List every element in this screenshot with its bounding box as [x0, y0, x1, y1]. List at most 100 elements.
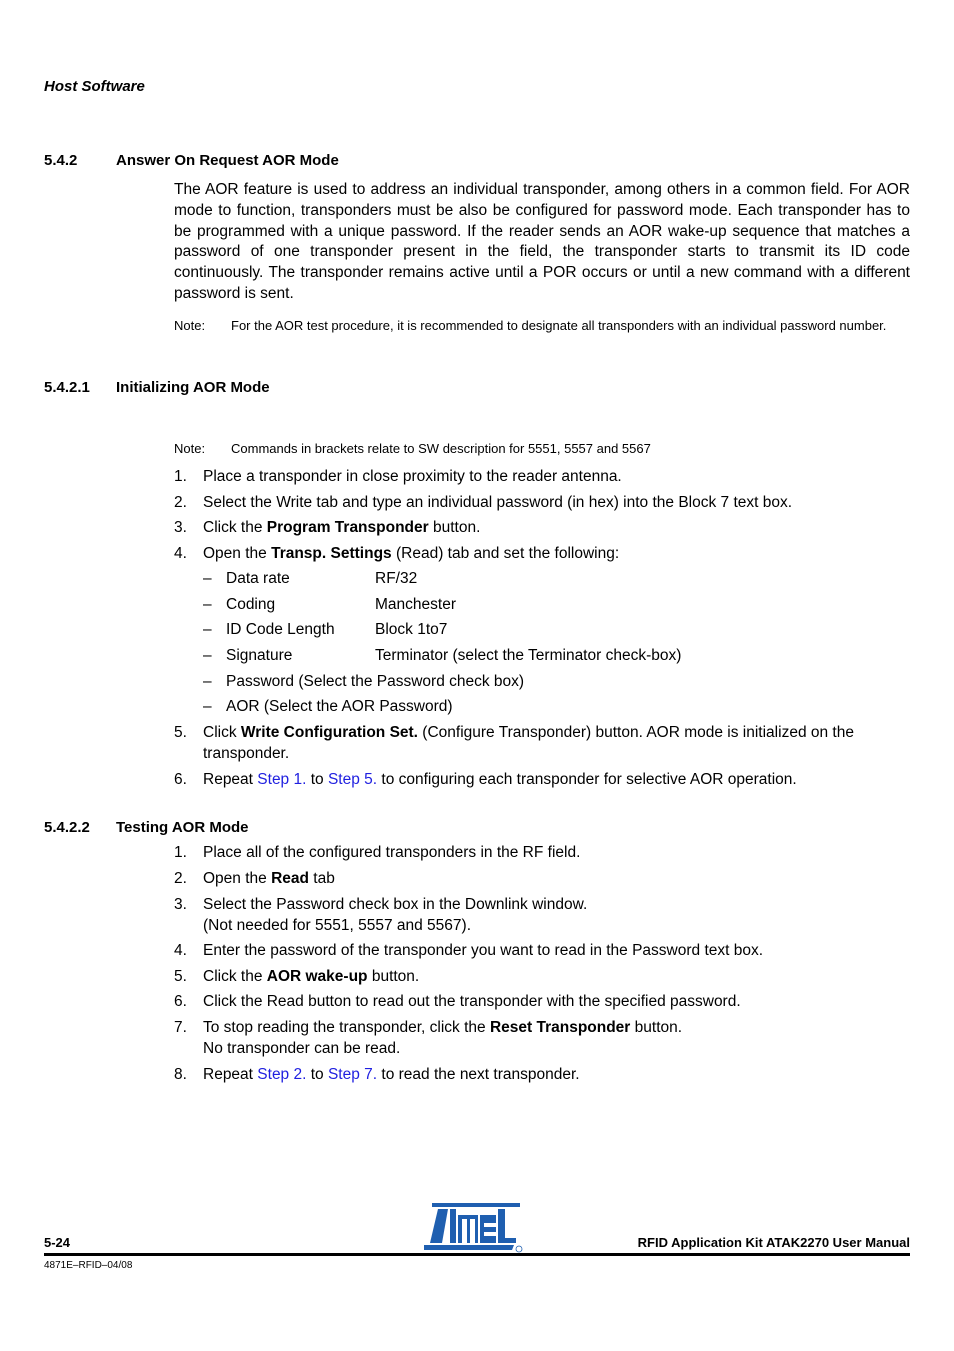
- step-number: 5.: [174, 968, 187, 985]
- step-number: 1.: [174, 844, 187, 861]
- dash: –: [203, 596, 212, 613]
- document-code: 4871E–RFID–04/08: [44, 1260, 133, 1271]
- list-item: 6. Click the Read button to read out the…: [174, 991, 910, 1012]
- step-text: Select the Write tab and type an individ…: [203, 494, 793, 511]
- setting-value: Block 1to7: [375, 621, 448, 638]
- setting-key: ID Code Length: [226, 621, 335, 638]
- step-text: Repeat: [203, 1066, 258, 1083]
- setting-item: – ID Code Length Block 1to7: [203, 619, 447, 640]
- setting-item: – Coding Manchester: [203, 594, 456, 615]
- step-number: 5.: [174, 724, 187, 741]
- step-text: tab: [308, 870, 335, 887]
- list-item: 5. Click the AOR wake-up button.: [174, 966, 910, 987]
- list-item: 1. Place a transponder in close proximit…: [174, 466, 910, 487]
- ui-label-bold: AOR wake-up: [266, 968, 368, 985]
- ui-label-bold: Read: [271, 870, 309, 887]
- step-text: Open the: [203, 545, 272, 562]
- step-text: Open the: [203, 870, 272, 887]
- step-number: 4.: [174, 545, 187, 562]
- running-header: Host Software: [44, 78, 145, 95]
- step-text: Click the Read button to read out the tr…: [203, 993, 741, 1010]
- list-item: 4. Open the Transp. Settings (Read) tab …: [174, 543, 910, 564]
- list-item: 6. Repeat Step 1. to Step 5. to configur…: [174, 769, 910, 790]
- section-number: 5.4.2.1: [44, 379, 90, 396]
- note: Note: Commands in brackets relate to SW …: [174, 440, 910, 457]
- step-text: Place all of the configured transponders…: [203, 844, 581, 861]
- dash: –: [203, 698, 212, 715]
- document-title: RFID Application Kit ATAK2270 User Manua…: [637, 1235, 910, 1250]
- step-text: (Read) tab and set the following:: [391, 545, 620, 562]
- section-heading-5-4-2: 5.4.2 Answer On Request AOR Mode: [44, 152, 339, 169]
- setting-value: Manchester: [375, 596, 456, 613]
- dash: –: [203, 673, 212, 690]
- section-heading-5-4-2-1: 5.4.2.1 Initializing AOR Mode: [44, 379, 270, 396]
- page-number: 5-24: [44, 1235, 71, 1250]
- step-text: Click: [203, 724, 241, 741]
- dash: –: [203, 570, 212, 587]
- setting-item: – Password (Select the Password check bo…: [203, 671, 524, 692]
- step-link[interactable]: Step 7.: [328, 1066, 377, 1083]
- section-heading-5-4-2-2: 5.4.2.2 Testing AOR Mode: [44, 819, 249, 836]
- section-number: 5.4.2: [44, 152, 78, 169]
- section-title: Testing AOR Mode: [116, 819, 249, 836]
- setting-key: Data rate: [226, 570, 290, 587]
- step-text: (Not needed for 5551, 5557 and 5567).: [203, 917, 472, 934]
- ui-label-bold: Reset Transponder: [489, 1019, 631, 1036]
- step-link[interactable]: Step 2.: [257, 1066, 306, 1083]
- step-text: button.: [630, 1019, 683, 1036]
- note-label: Note:: [174, 318, 206, 333]
- step-number: 2.: [174, 870, 187, 887]
- atmel-logo: [424, 1203, 523, 1253]
- step-text: to: [306, 1066, 328, 1083]
- note-label: Note:: [174, 441, 206, 456]
- body-paragraph: The AOR feature is used to address an in…: [174, 181, 910, 302]
- list-item: 4. Enter the password of the transponder…: [174, 940, 910, 961]
- step-number: 1.: [174, 468, 187, 485]
- step-number: 6.: [174, 993, 187, 1010]
- setting-key: Password (Select the Password check box): [226, 673, 525, 690]
- setting-item: – AOR (Select the AOR Password): [203, 696, 453, 717]
- step-link[interactable]: Step 5.: [328, 771, 377, 788]
- list-item: 8. Repeat Step 2. to Step 7. to read the…: [174, 1064, 910, 1085]
- list-item: 2. Open the Read tab: [174, 868, 910, 889]
- section-title: Initializing AOR Mode: [116, 379, 270, 396]
- setting-value: RF/32: [375, 570, 418, 587]
- section-title: Answer On Request AOR Mode: [116, 152, 339, 169]
- setting-key: Signature: [226, 647, 293, 664]
- step-number: 2.: [174, 494, 187, 511]
- step-text: Place a transponder in close proximity t…: [203, 468, 622, 485]
- step-text: Enter the password of the transponder yo…: [203, 942, 764, 959]
- note-text: Commands in brackets relate to SW descri…: [231, 441, 651, 456]
- setting-item: – Data rate RF/32: [203, 568, 417, 589]
- step-text: to configuring each transponder for sele…: [377, 771, 797, 788]
- step-text: button.: [367, 968, 420, 985]
- step-text: Repeat: [203, 771, 258, 788]
- note: Note: For the AOR test procedure, it is …: [174, 317, 910, 334]
- ui-label-bold: Transp. Settings: [271, 545, 392, 562]
- step-text: Click the: [203, 519, 267, 536]
- step-text: To stop reading the transponder, click t…: [203, 1019, 490, 1036]
- list-item: 7. To stop reading the transponder, clic…: [174, 1017, 910, 1059]
- step-text: Click the: [203, 968, 267, 985]
- dash: –: [203, 647, 212, 664]
- setting-key: AOR (Select the AOR Password): [226, 698, 453, 715]
- step-text: to: [306, 771, 328, 788]
- note-text: For the AOR test procedure, it is recomm…: [231, 318, 887, 333]
- setting-value: Terminator (select the Terminator check-…: [375, 647, 682, 664]
- list-item: 1. Place all of the configured transpond…: [174, 842, 910, 863]
- step-number: 3.: [174, 519, 187, 536]
- step-number: 3.: [174, 896, 187, 913]
- section-number: 5.4.2.2: [44, 819, 90, 836]
- footer-divider: [44, 1253, 910, 1256]
- step-link[interactable]: Step 1.: [257, 771, 306, 788]
- step-text: button.: [428, 519, 481, 536]
- list-item: 3. Click the Program Transponder button.: [174, 517, 910, 538]
- step-number: 7.: [174, 1019, 187, 1036]
- list-item: 5. Click Write Configuration Set. (Confi…: [174, 722, 910, 764]
- step-number: 6.: [174, 771, 187, 788]
- dash: –: [203, 621, 212, 638]
- step-text: Select the Password check box in the Dow…: [203, 896, 588, 913]
- setting-item: – Signature Terminator (select the Termi…: [203, 645, 681, 666]
- step-text: to read the next transponder.: [377, 1066, 580, 1083]
- list-item: 2. Select the Write tab and type an indi…: [174, 492, 910, 513]
